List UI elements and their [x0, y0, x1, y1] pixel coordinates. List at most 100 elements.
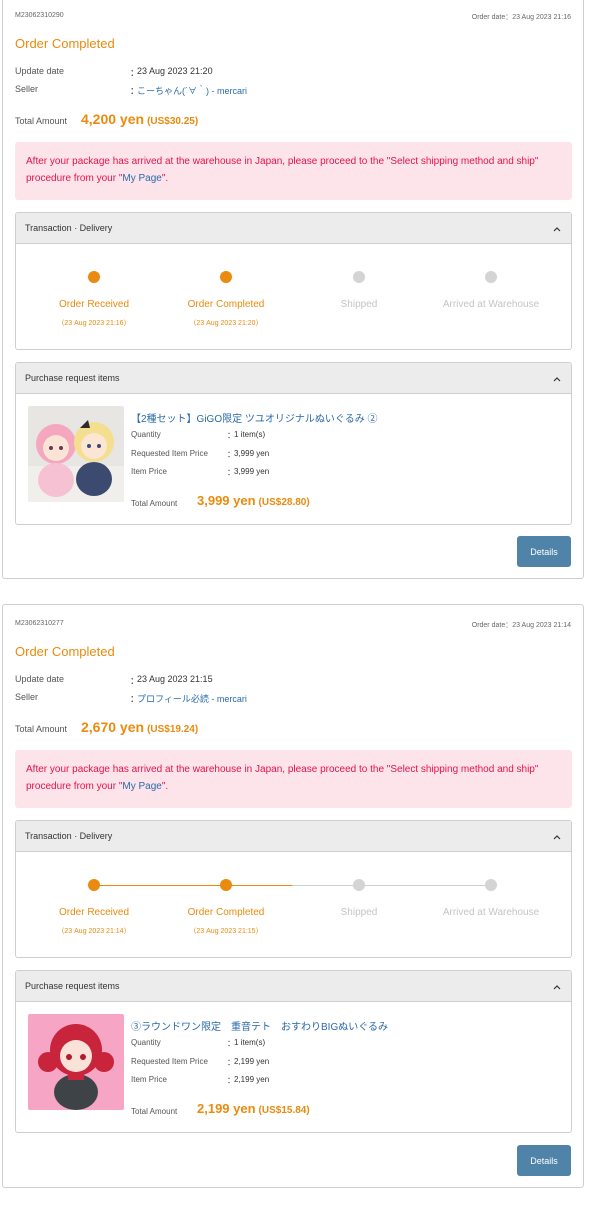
step-label: Arrived at Warehouse [442, 907, 540, 918]
update-date-label: Update date [15, 66, 65, 76]
item-total-yen: 2,199 yen [197, 1101, 256, 1116]
notice-text-end: ". [161, 781, 169, 792]
requested-price-label: Requested Item Price [131, 1057, 208, 1066]
step-dot [485, 879, 497, 891]
panel-title: Purchase request items [25, 373, 120, 383]
step-date: （23 Aug 2023 21:16） [57, 320, 131, 327]
step-label: Order Received [58, 907, 130, 918]
my-page-link[interactable]: My Page [122, 781, 161, 792]
item-price-label: Item Price [131, 1075, 168, 1084]
step-date: （23 Aug 2023 21:14） [57, 928, 131, 935]
step-shipped: Shipped [293, 271, 425, 310]
item-title-link[interactable]: ③ラウンドワン限定 重音テト おすわりBIGぬいぐるみ [131, 1018, 388, 1033]
transaction-panel-header[interactable]: Transaction · Delivery [16, 821, 571, 852]
warehouse-notice: After your package has arrived at the wa… [15, 750, 572, 808]
seller-link[interactable]: プロフィール必読 - mercari [137, 694, 247, 704]
update-date-value: 23 Aug 2023 21:15 [137, 674, 213, 684]
chevron-up-icon[interactable] [551, 373, 563, 385]
order-number: M23062310290 [15, 12, 64, 19]
step-arrived-warehouse: Arrived at Warehouse [425, 271, 557, 310]
order-status: Order Completed [15, 644, 115, 659]
order-status: Order Completed [15, 36, 115, 51]
transaction-panel-header[interactable]: Transaction · Delivery [16, 213, 571, 244]
my-page-link[interactable]: My Page [122, 173, 161, 184]
transaction-panel: Transaction · Delivery Order Received （2… [15, 820, 572, 958]
item-thumbnail[interactable] [28, 1014, 124, 1110]
total-amount-value: 4,200 yen (US$30.25) [81, 111, 198, 127]
total-amount-label: Total Amount [15, 724, 68, 734]
step-dot [485, 271, 497, 283]
purchase-items-panel-header[interactable]: Purchase request items [16, 971, 571, 1002]
step-label: Order Completed [187, 907, 265, 918]
step-dot [88, 879, 100, 891]
seller-link[interactable]: こーちゃん(´∀｀) - mercari [137, 86, 247, 96]
item-thumbnail[interactable] [28, 406, 124, 502]
item-total-value: 2,199 yen (US$15.84) [197, 1101, 310, 1116]
total-amount-usd: (US$30.25) [147, 116, 199, 127]
update-date-label: Update date [15, 674, 65, 684]
step-order-received: Order Received （23 Aug 2023 21:14） [28, 879, 160, 936]
step-dot [353, 271, 365, 283]
update-date-value: 23 Aug 2023 21:20 [137, 66, 213, 76]
item-total-usd: (US$15.84) [258, 1105, 310, 1116]
step-label: Shipped [340, 907, 378, 918]
order-date: Order date：23 Aug 2023 21:16 [471, 14, 571, 21]
chevron-up-icon[interactable] [551, 981, 563, 993]
requested-price-value: 3,999 yen [234, 449, 270, 458]
step-label: Arrived at Warehouse [442, 299, 540, 310]
step-order-received: Order Received （23 Aug 2023 21:16） [28, 271, 160, 328]
panel-title: Transaction · Delivery [25, 223, 113, 233]
item-price-value: 3,999 yen [234, 467, 270, 476]
total-amount-label: Total Amount [15, 116, 68, 126]
item-total-label: Total Amount [131, 1107, 178, 1116]
plush-photo-image [28, 406, 124, 502]
item-total-usd: (US$28.80) [258, 497, 310, 508]
step-dot [220, 879, 232, 891]
warehouse-notice: After your package has arrived at the wa… [15, 142, 572, 200]
total-amount-value: 2,670 yen (US$19.24) [81, 719, 198, 735]
total-amount-yen: 4,200 yen [81, 111, 145, 127]
total-amount-usd: (US$19.24) [147, 724, 199, 735]
order-number: M23062310277 [15, 620, 64, 627]
chevron-up-icon[interactable] [551, 831, 563, 843]
step-label: Shipped [340, 299, 378, 310]
quantity-value: 1 item(s) [234, 430, 266, 439]
item-price-value: 2,199 yen [234, 1075, 270, 1084]
total-amount-yen: 2,670 yen [81, 719, 145, 735]
panel-title: Purchase request items [25, 981, 120, 991]
step-date: （23 Aug 2023 21:20） [189, 320, 263, 327]
purchase-items-panel: Purchase request items 【2種セット】GiGO限定 ツユオ… [15, 362, 572, 525]
item-total-yen: 3,999 yen [197, 493, 256, 508]
item-total-value: 3,999 yen (US$28.80) [197, 493, 310, 508]
panel-title: Transaction · Delivery [25, 831, 113, 841]
quantity-label: Quantity [131, 1038, 161, 1047]
plush-photo-image [28, 1014, 124, 1110]
quantity-label: Quantity [131, 430, 161, 439]
order-date: Order date：23 Aug 2023 21:14 [471, 622, 571, 629]
step-dot [220, 271, 232, 283]
step-dot [353, 879, 365, 891]
chevron-up-icon[interactable] [551, 223, 563, 235]
details-button[interactable]: Details [517, 1145, 571, 1176]
details-button[interactable]: Details [517, 536, 571, 567]
item-title-link[interactable]: 【2種セット】GiGO限定 ツユオリジナルぬいぐるみ ② [131, 410, 377, 425]
step-dot [88, 271, 100, 283]
order-card: M23062310277 Order date：23 Aug 2023 21:1… [2, 604, 584, 1188]
requested-price-label: Requested Item Price [131, 449, 208, 458]
seller-label: Seller [15, 692, 39, 702]
step-order-completed: Order Completed （23 Aug 2023 21:15） [160, 879, 292, 936]
step-label: Order Received [58, 299, 130, 310]
order-card: M23062310290 Order date：23 Aug 2023 21:1… [2, 0, 584, 579]
item-total-label: Total Amount [131, 499, 178, 508]
quantity-value: 1 item(s) [234, 1038, 266, 1047]
step-order-completed: Order Completed （23 Aug 2023 21:20） [160, 271, 292, 328]
notice-text-end: ". [161, 173, 169, 184]
purchase-items-panel-header[interactable]: Purchase request items [16, 363, 571, 394]
notice-text: After your package has arrived at the wa… [26, 156, 539, 184]
step-date: （23 Aug 2023 21:15） [189, 928, 263, 935]
step-label: Order Completed [187, 299, 265, 310]
step-shipped: Shipped [293, 879, 425, 918]
transaction-panel: Transaction · Delivery Order Received （2… [15, 212, 572, 350]
step-arrived-warehouse: Arrived at Warehouse [425, 879, 557, 918]
item-price-label: Item Price [131, 467, 168, 476]
